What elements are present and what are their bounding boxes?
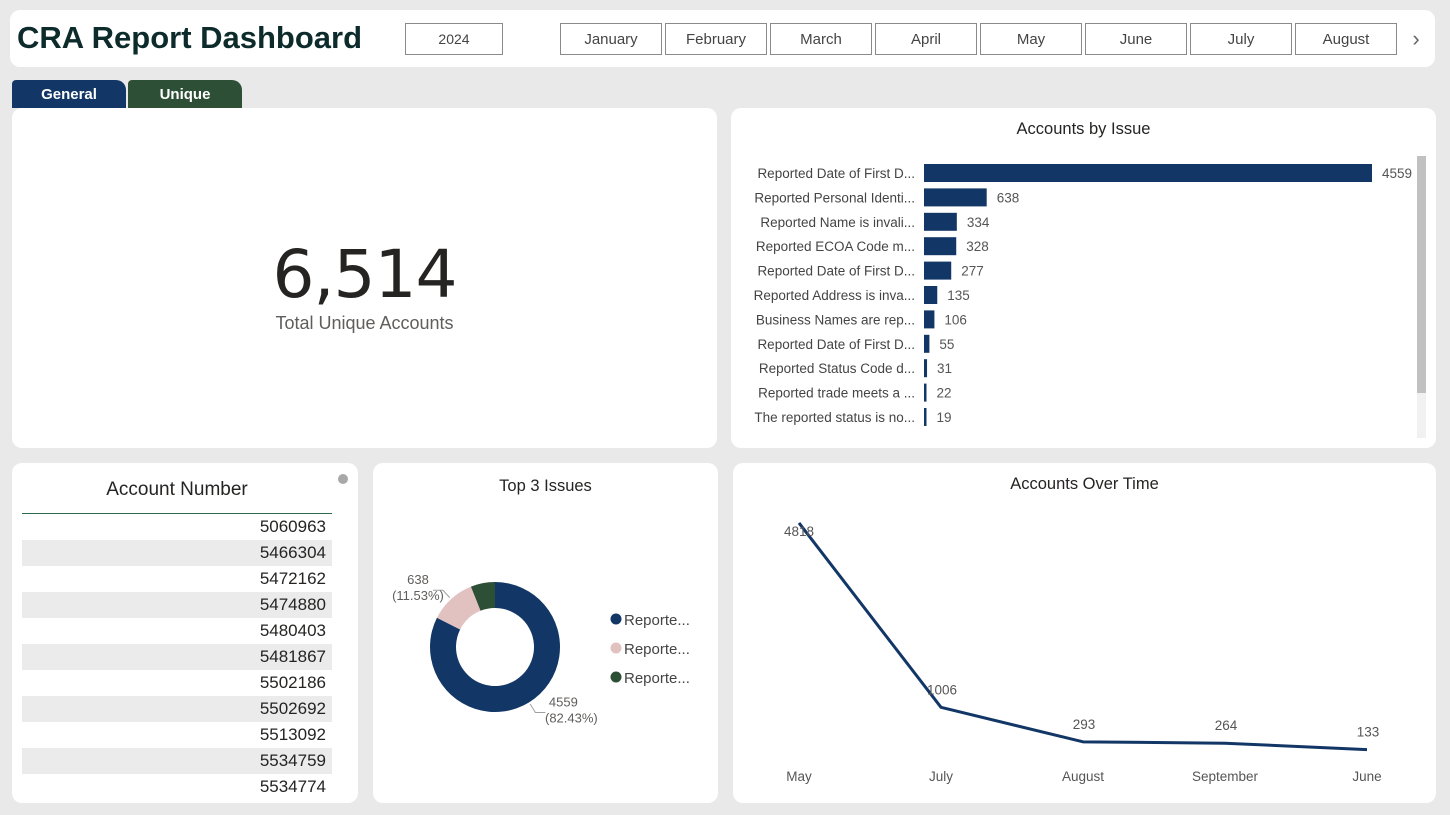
bar-category-label: Reported Date of First D... — [757, 166, 915, 181]
bar[interactable] — [924, 164, 1372, 182]
month-button-january[interactable]: January — [560, 23, 662, 55]
bar-chart: Reported Date of First D... 4559 Reported … — [754, 164, 1412, 426]
bar[interactable] — [924, 383, 927, 402]
top-issues-card: Top 3 Issues 4559 (82.43%) 638 (11.53%) Repo… — [373, 463, 718, 803]
table-header[interactable]: Account Number — [22, 477, 332, 514]
bar-value-label: 19 — [937, 410, 952, 425]
x-axis-tick-label: September — [1192, 769, 1259, 784]
donut-percent-label: (11.53%) — [392, 588, 444, 603]
bar-value-label: 135 — [947, 288, 970, 303]
legend-label[interactable]: Reporte... — [624, 612, 690, 629]
account-number-table: Account Number 5060963 5466304 5472162 5474… — [12, 463, 358, 803]
bar-category-label: Reported trade meets a ... — [758, 386, 915, 401]
bar-category-label: Reported Date of First D... — [757, 337, 915, 352]
table-header-label: Account Number — [106, 479, 248, 500]
line-series[interactable] — [797, 522, 1368, 752]
bar-value-label: 277 — [961, 264, 984, 279]
bar-category-label: Reported ECOA Code m... — [756, 239, 915, 254]
bar-value-label: 22 — [937, 386, 952, 401]
bar-value-label: 106 — [944, 312, 967, 327]
donut-percent-label: (82.43%) — [545, 711, 598, 726]
bar[interactable] — [924, 310, 935, 329]
legend-marker[interactable] — [610, 613, 622, 625]
bar[interactable] — [924, 237, 957, 256]
bar-value-label: 55 — [939, 337, 954, 352]
table-row[interactable]: 5513092 — [22, 722, 332, 748]
month-button-may[interactable]: May — [980, 23, 1082, 55]
table-row[interactable]: 5481867 — [22, 644, 332, 670]
kpi-card: 6,514 Total Unique Accounts — [12, 108, 717, 448]
tab-general[interactable]: General — [12, 80, 126, 108]
donut-leader-line — [529, 703, 546, 714]
bar-category-label: The reported status is no... — [754, 410, 915, 425]
line-data-label: 4818 — [784, 524, 814, 539]
table-row[interactable]: 5466304 — [22, 540, 332, 566]
legend-label[interactable]: Reporte... — [624, 670, 690, 687]
table-row[interactable]: 5502186 — [22, 670, 332, 696]
table-scroll-indicator[interactable] — [338, 474, 348, 484]
bar[interactable] — [924, 212, 957, 231]
bar-category-label: Reported Address is inva... — [754, 288, 915, 303]
month-button-june[interactable]: June — [1085, 23, 1187, 55]
bar-category-label: Reported Date of First D... — [757, 264, 915, 279]
line-data-label: 293 — [1073, 717, 1096, 732]
header-bar: CRA Report Dashboard 2024 January Februar… — [10, 10, 1435, 67]
month-button-february[interactable]: February — [665, 23, 767, 55]
month-button-august[interactable]: August — [1295, 23, 1397, 55]
year-slicer-button[interactable]: 2024 — [405, 23, 503, 55]
legend-marker[interactable] — [610, 642, 622, 654]
donut-chart: 4559(82.43%) 638(11.53%) Reporte... Reporte… — [392, 572, 690, 726]
kpi-value: 6,514 — [272, 236, 458, 313]
month-button-march[interactable]: March — [770, 23, 872, 55]
bar[interactable] — [924, 334, 930, 353]
page-title: CRA Report Dashboard — [17, 20, 363, 55]
chevron-right-icon[interactable]: › — [1405, 24, 1427, 54]
bar[interactable] — [924, 286, 938, 304]
legend-marker[interactable] — [610, 671, 622, 683]
x-axis-tick-label: May — [786, 769, 812, 784]
bar-category-label: Business Names are rep... — [756, 312, 915, 327]
line-data-label: 264 — [1215, 718, 1238, 733]
table-body: 5060963 5466304 5472162 5474880 5480403 54818… — [22, 514, 332, 800]
legend-label[interactable]: Reporte... — [624, 641, 690, 658]
x-axis-tick-label: July — [929, 769, 953, 784]
table-row[interactable]: 5480403 — [22, 618, 332, 644]
bar-scrollbar[interactable] — [1417, 156, 1426, 393]
kpi-label: Total Unique Accounts — [275, 313, 454, 333]
donut-value-label: 4559 — [549, 695, 578, 710]
x-axis-tick-label: August — [1062, 769, 1104, 784]
bar-category-label: Reported Name is invali... — [760, 215, 915, 230]
bar[interactable] — [924, 408, 927, 426]
table-row[interactable]: 5534759 — [22, 748, 332, 774]
bar[interactable] — [924, 261, 952, 280]
table-row[interactable]: 5472162 — [22, 566, 332, 592]
bar[interactable] — [924, 188, 987, 207]
x-axis-tick-label: June — [1352, 769, 1381, 784]
bar[interactable] — [924, 359, 928, 378]
table-row[interactable]: 5534774 — [22, 774, 332, 800]
line-data-label: 133 — [1357, 725, 1380, 740]
bar-category-label: Reported Personal Identi... — [754, 190, 915, 205]
table-row[interactable]: 5502692 — [22, 696, 332, 722]
table-row[interactable]: 5474880 — [22, 592, 332, 618]
bar-category-label: Reported Status Code d... — [759, 361, 915, 376]
line-data-label: 1006 — [927, 682, 957, 697]
bar-value-label: 638 — [997, 190, 1020, 205]
line-chart: 4818 May 1006 July 293 August 264 September 133 J… — [784, 522, 1382, 784]
accounts-by-issue-card: Accounts by Issue Reported Date of First… — [731, 108, 1436, 448]
donut-value-label: 638 — [407, 572, 429, 587]
bar-value-label: 4559 — [1382, 166, 1412, 181]
month-button-april[interactable]: April — [875, 23, 977, 55]
tab-unique[interactable]: Unique — [128, 80, 242, 108]
bar-value-label: 328 — [966, 239, 989, 254]
month-button-july[interactable]: July — [1190, 23, 1292, 55]
bar-value-label: 31 — [937, 361, 952, 376]
accounts-over-time-card: Accounts Over Time 4818 May 1006 July 293 Aug… — [733, 463, 1436, 803]
bar-value-label: 334 — [967, 215, 990, 230]
table-row[interactable]: 5060963 — [22, 514, 332, 540]
